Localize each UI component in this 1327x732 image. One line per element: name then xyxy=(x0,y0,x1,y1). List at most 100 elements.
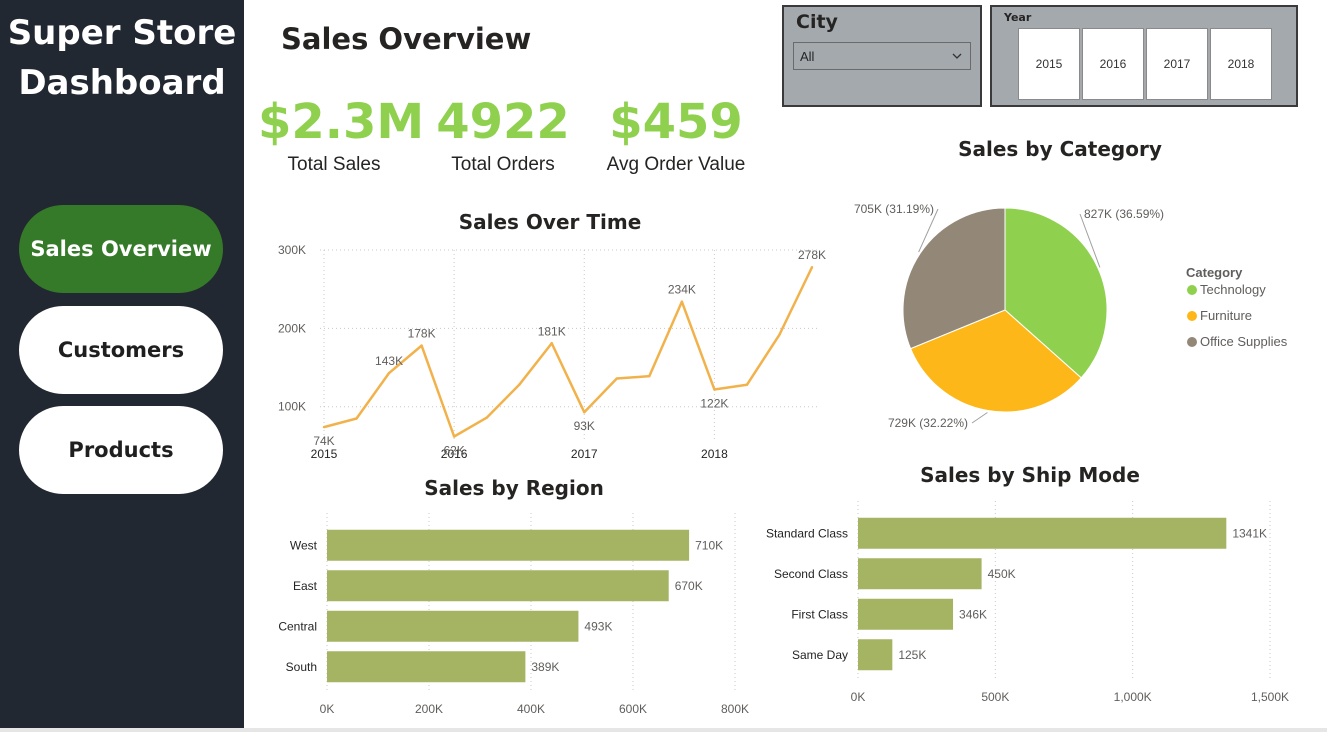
data-point xyxy=(322,425,326,429)
nav-sales-overview-button[interactable]: Sales Overview xyxy=(19,205,223,293)
data-label: 181K xyxy=(538,324,566,338)
year-option-2015[interactable]: 2015 xyxy=(1018,28,1080,100)
y-tick-label: 100K xyxy=(278,400,306,414)
nav-customers-button[interactable]: Customers xyxy=(19,306,223,394)
data-point xyxy=(615,377,618,380)
sidebar: Super Store Dashboard Sales Overview Cus… xyxy=(0,0,244,728)
x-tick-label: 1,500K xyxy=(1251,690,1289,704)
sales-over-time-chart: 100K200K300K2015 2016 2017 201874K143K178K6… xyxy=(278,243,826,461)
pie-leader-line xyxy=(971,412,988,424)
data-label: 93K xyxy=(574,419,595,433)
x-tick-label: 0K xyxy=(320,702,335,716)
bar-data-label: 493K xyxy=(584,619,612,633)
category-label: East xyxy=(293,579,318,593)
kpi-avg-order-value: $459 Avg Order Value xyxy=(598,92,754,176)
x-tick-label: 200K xyxy=(415,702,443,716)
x-tick-label: 2018 xyxy=(701,447,728,461)
data-point xyxy=(420,344,423,347)
x-tick-label: 2017 xyxy=(571,447,598,461)
bar xyxy=(327,610,579,642)
pie-data-label: 729K (32.22%) xyxy=(888,416,968,430)
city-dropdown[interactable]: All xyxy=(793,42,971,70)
sales-over-time-title: Sales Over Time xyxy=(458,210,642,234)
pie-data-label: 827K (36.59%) xyxy=(1084,207,1164,221)
nav-label: Products xyxy=(68,438,174,462)
bar xyxy=(327,570,669,602)
y-tick-label: 300K xyxy=(278,243,306,257)
page-title: Sales Overview xyxy=(281,22,532,56)
data-point xyxy=(485,416,488,419)
category-label: Standard Class xyxy=(766,526,848,540)
data-point xyxy=(583,411,586,414)
data-point xyxy=(355,417,358,420)
data-label: 74K xyxy=(313,434,334,448)
data-label: 278K xyxy=(798,248,826,262)
bar xyxy=(858,517,1227,549)
bar-data-label: 710K xyxy=(695,538,723,552)
sales-by-region-title: Sales by Region xyxy=(424,476,604,500)
data-point xyxy=(452,435,456,438)
bar xyxy=(858,558,982,590)
bar xyxy=(327,651,526,683)
data-point xyxy=(680,300,684,303)
x-tick-label: 400K xyxy=(517,702,545,716)
bar xyxy=(327,529,690,561)
brand-line-1: Super Store xyxy=(7,13,237,53)
nav-label: Sales Overview xyxy=(30,237,212,261)
category-label: West xyxy=(290,538,318,552)
year-option-2016[interactable]: 2016 xyxy=(1082,28,1144,100)
brand-line-2: Dashboard xyxy=(18,63,226,103)
data-point xyxy=(518,383,521,386)
data-point xyxy=(778,333,781,336)
bar-data-label: 125K xyxy=(898,648,926,662)
data-point xyxy=(810,266,814,269)
x-tick-label: 0K xyxy=(851,690,866,704)
kpi-label: Total Sales xyxy=(287,154,381,175)
year-option-2017[interactable]: 2017 xyxy=(1146,28,1208,100)
data-point xyxy=(550,342,553,345)
legend-title: Category xyxy=(1186,265,1243,280)
legend-item-label: Furniture xyxy=(1200,308,1252,323)
data-label: 62K xyxy=(443,444,464,458)
bar xyxy=(858,598,954,630)
data-point xyxy=(387,371,391,375)
sales-by-category-chart: 827K (36.59%) 729K (32.22%) 705K (31.19%) C… xyxy=(854,202,1288,430)
kpi-total-orders: 4922 Total Orders xyxy=(428,92,578,176)
city-selected-value: All xyxy=(800,49,815,64)
bar-data-label: 670K xyxy=(675,579,703,593)
bar-data-label: 450K xyxy=(988,567,1016,581)
sales-line-series xyxy=(323,266,814,438)
data-point xyxy=(648,374,651,378)
data-label: 122K xyxy=(700,396,728,410)
kpi-label: Total Orders xyxy=(451,154,555,175)
category-label: Central xyxy=(278,619,317,633)
data-label: 143K xyxy=(375,354,403,368)
year-slicer: Year 2015 2016 2017 2018 xyxy=(990,5,1298,107)
brand-title: Super Store Dashboard xyxy=(0,8,244,108)
data-label: 178K xyxy=(408,327,436,341)
legend-marker xyxy=(1187,311,1197,321)
x-tick-label: 600K xyxy=(619,702,647,716)
kpi-value: $459 xyxy=(609,94,743,150)
x-tick-label: 800K xyxy=(721,702,749,716)
legend-marker xyxy=(1187,337,1197,347)
page-bottom-border xyxy=(0,728,1327,732)
kpi-total-sales: $2.3M Total Sales xyxy=(258,92,425,176)
legend-item-label: Office Supplies xyxy=(1200,334,1288,349)
city-slicer: City All xyxy=(782,5,982,107)
nav-label: Customers xyxy=(57,338,185,362)
y-tick-label: 200K xyxy=(278,321,306,335)
x-tick-label: 500K xyxy=(981,690,1009,704)
nav-products-button[interactable]: Products xyxy=(19,406,223,494)
year-slicer-title: Year xyxy=(1004,11,1032,24)
sales-by-ship-mode-chart: 0K 500K 1,000K 1,500K Standard Class 1341K Sec… xyxy=(766,501,1289,704)
kpi-value: $2.3M xyxy=(258,94,425,150)
sales-by-category-title: Sales by Category xyxy=(958,137,1162,161)
bar xyxy=(858,639,893,671)
bar-data-label: 1341K xyxy=(1232,526,1267,540)
year-option-2018[interactable]: 2018 xyxy=(1210,28,1272,100)
x-tick-label: 2015 xyxy=(311,447,338,461)
bar-data-label: 346K xyxy=(959,607,987,621)
kpi-label: Avg Order Value xyxy=(606,154,746,175)
city-slicer-title: City xyxy=(796,11,838,33)
